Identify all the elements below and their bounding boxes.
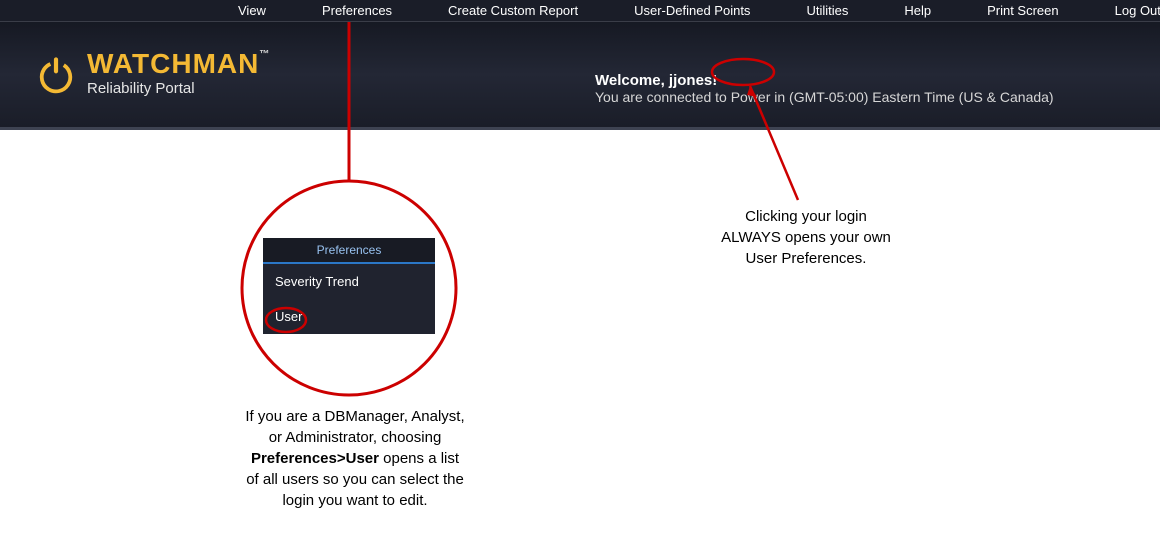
menu-print-screen[interactable]: Print Screen (959, 3, 1087, 18)
menu-log-out[interactable]: Log Out (1087, 3, 1160, 18)
logo-block: WATCHMAN™ Reliability Portal (35, 50, 270, 97)
dropdown-item-severity-trend[interactable]: Severity Trend (263, 264, 435, 299)
dropdown-item-user[interactable]: User (263, 299, 435, 334)
welcome-line: Welcome, jjones! (595, 72, 1054, 89)
menu-create-custom-report[interactable]: Create Custom Report (420, 3, 606, 18)
callout-left-line1: If you are a DBManager, Analyst, (245, 408, 464, 425)
menu-user-defined-points[interactable]: User-Defined Points (606, 3, 778, 18)
welcome-block: Welcome, jjones! You are connected to Po… (595, 72, 1054, 105)
callout-left-line4: of all users so you can select the (246, 471, 464, 488)
welcome-prefix: Welcome, (595, 72, 669, 89)
menu-view[interactable]: View (210, 3, 294, 18)
callout-preferences-user: If you are a DBManager, Analyst, or Admi… (195, 406, 515, 511)
header-bar: WATCHMAN™ Reliability Portal Welcome, jj… (0, 22, 1160, 130)
trademark: ™ (259, 49, 270, 60)
menu-utilities[interactable]: Utilities (778, 3, 876, 18)
brand-name: WATCHMAN™ (87, 50, 270, 78)
welcome-username[interactable]: jjones! (669, 72, 717, 89)
menu-preferences[interactable]: Preferences (294, 3, 420, 18)
callout-login-click: Clicking your login ALWAYS opens your ow… (681, 206, 931, 269)
menu-help[interactable]: Help (876, 3, 959, 18)
brand-text: WATCHMAN (87, 48, 259, 79)
callout-right-line2: ALWAYS opens your own (721, 229, 891, 246)
brand-tagline: Reliability Portal (87, 80, 270, 97)
callout-right-line3: User Preferences. (746, 250, 867, 267)
callout-left-bold: Preferences>User (251, 450, 379, 467)
top-menu-bar: View Preferences Create Custom Report Us… (0, 0, 1160, 22)
connection-info: You are connected to Power in (GMT-05:00… (595, 89, 1054, 105)
callout-right-line1: Clicking your login (745, 208, 867, 225)
preferences-dropdown: Preferences Severity Trend User (263, 238, 435, 334)
callout-left-line3-rest: opens a list (379, 450, 459, 467)
callout-left-line2: or Administrator, choosing (269, 429, 442, 446)
callout-left-line5: login you want to edit. (282, 492, 427, 509)
power-icon (35, 54, 77, 96)
dropdown-title: Preferences (263, 238, 435, 264)
